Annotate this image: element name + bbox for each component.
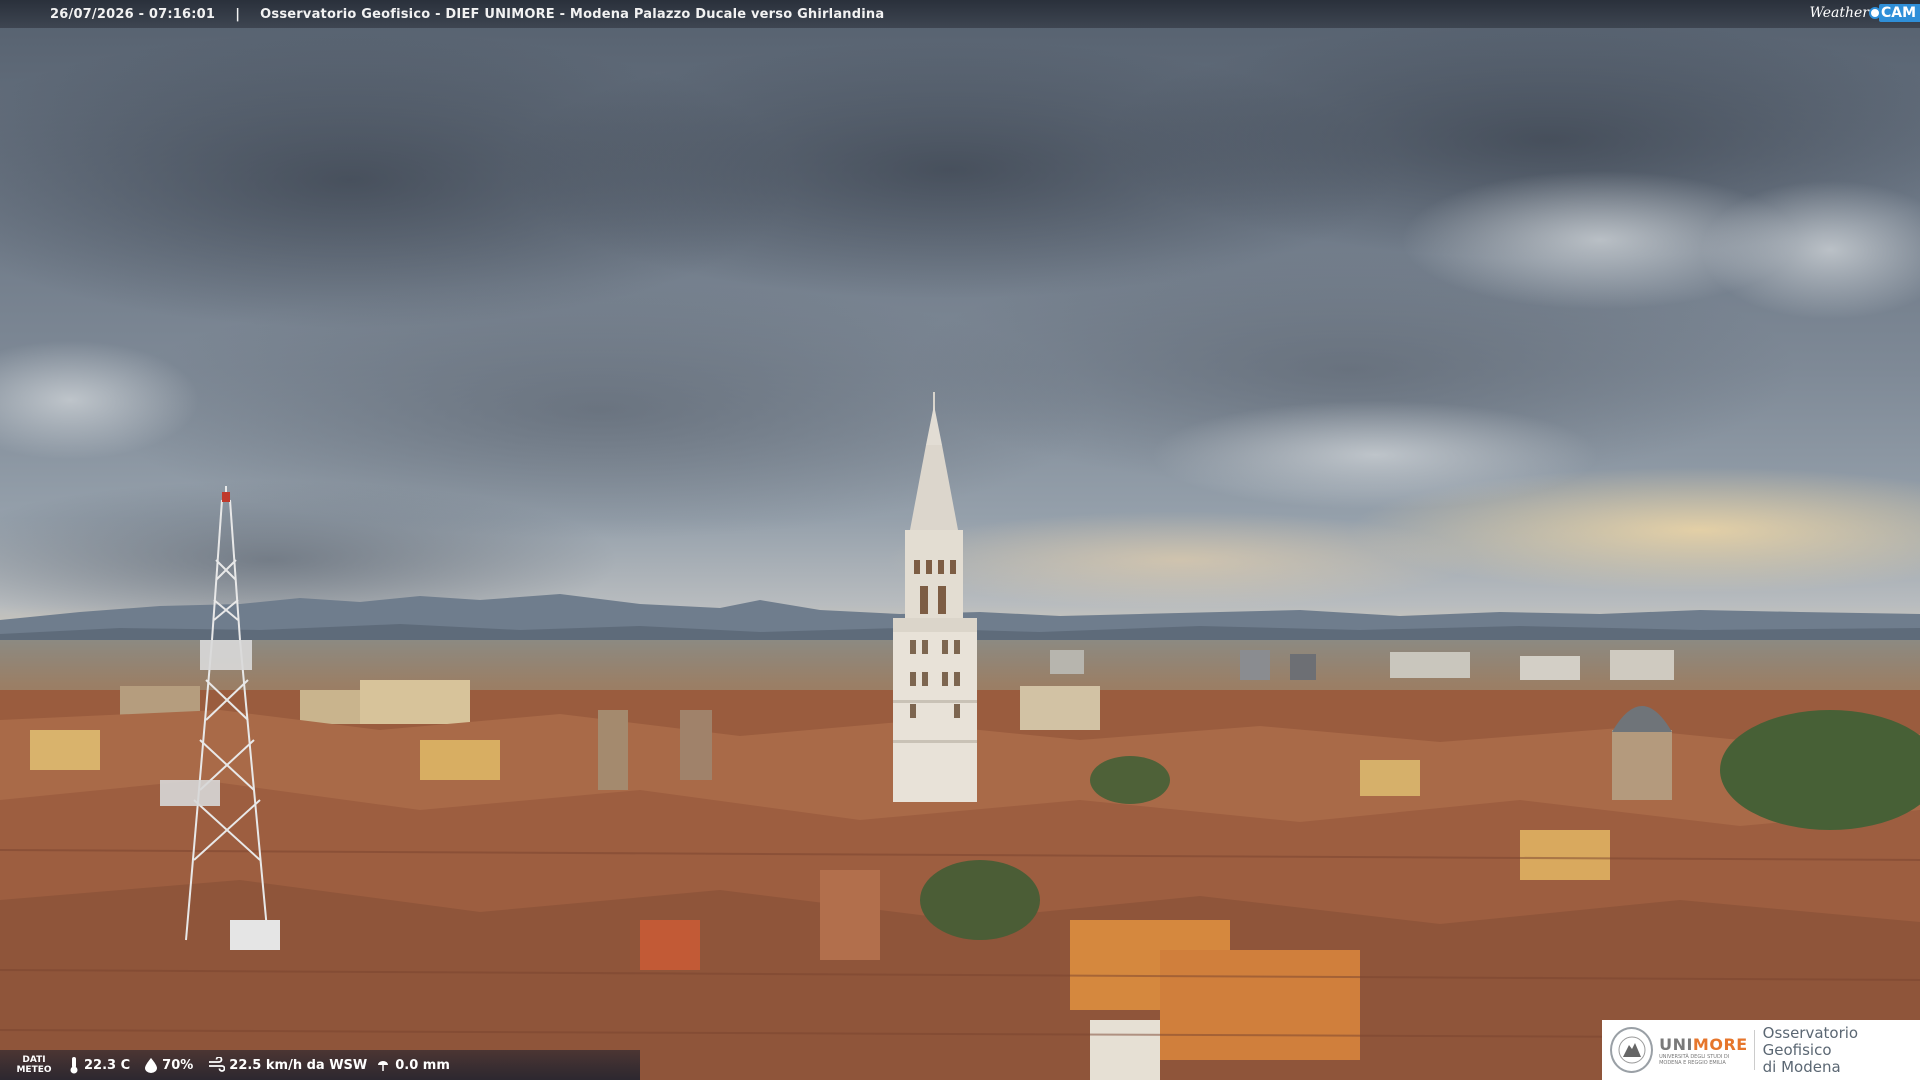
- unimore-name-part2: MORE: [1692, 1034, 1748, 1054]
- unimore-logo: UNIMORE UNIVERSITÀ DEGLI STUDI DI MODENA…: [1602, 1020, 1920, 1080]
- weather-label-line2: METEO: [16, 1065, 52, 1075]
- cloud: [1150, 400, 1600, 510]
- wind-icon: [209, 1057, 226, 1072]
- lens-icon: [1868, 7, 1881, 19]
- observatory-line1: Osservatorio Geofisico: [1762, 1023, 1859, 1059]
- buildings: [0, 650, 1920, 1080]
- weather-label-line1: DATI: [22, 1055, 46, 1065]
- unimore-subtitle: UNIVERSITÀ DEGLI STUDI DI MODENA E REGGI…: [1659, 1053, 1730, 1066]
- weathercam-cam: CAM: [1878, 4, 1920, 22]
- rain-value: 0.0 mm: [395, 1057, 450, 1073]
- observatory-line2: di Modena: [1762, 1057, 1841, 1076]
- observatory-name: Osservatorio Geofisico di Modena: [1762, 1023, 1920, 1076]
- timestamp: 26/07/2026 - 07:16:01: [50, 6, 216, 22]
- rain-icon: [378, 1061, 389, 1071]
- camera-title: Osservatorio Geofisico - DIEF UNIMORE - …: [260, 6, 885, 22]
- wind-value: 22.5 km/h da WSW: [229, 1057, 368, 1073]
- weathercam-word: Weather: [1809, 5, 1869, 21]
- thermometer-icon: [70, 1057, 78, 1074]
- rain-reading: 0.0 mm: [375, 1057, 450, 1073]
- humidity-reading: 70%: [144, 1057, 193, 1073]
- drop-icon: [145, 1058, 158, 1073]
- temperature-reading: 22.3 C: [68, 1056, 130, 1074]
- weather-label: DATI METEO: [14, 1055, 54, 1075]
- wind-reading: 22.5 km/h da WSW: [207, 1057, 367, 1073]
- separator: |: [235, 6, 241, 22]
- unimore-name: UNIMORE: [1659, 1035, 1748, 1054]
- weathercam-logo: Weather CAM: [1809, 2, 1920, 24]
- weather-data-bar: DATI METEO 22.3 C 70% 22.5 km/h da WSW 0…: [0, 1050, 640, 1080]
- temperature-value: 22.3 C: [84, 1057, 131, 1073]
- logo-divider: [1753, 1030, 1755, 1070]
- webcam-image: [0, 0, 1920, 1080]
- unimore-name-part1: UNI: [1659, 1034, 1693, 1054]
- humidity-value: 70%: [162, 1057, 194, 1073]
- caption-bar: 26/07/2026 - 07:16:01 | Osservatorio Geo…: [0, 0, 1920, 28]
- unimore-wordmark: UNIMORE UNIVERSITÀ DEGLI STUDI DI MODENA…: [1659, 1035, 1748, 1066]
- university-seal-icon: [1610, 1027, 1654, 1073]
